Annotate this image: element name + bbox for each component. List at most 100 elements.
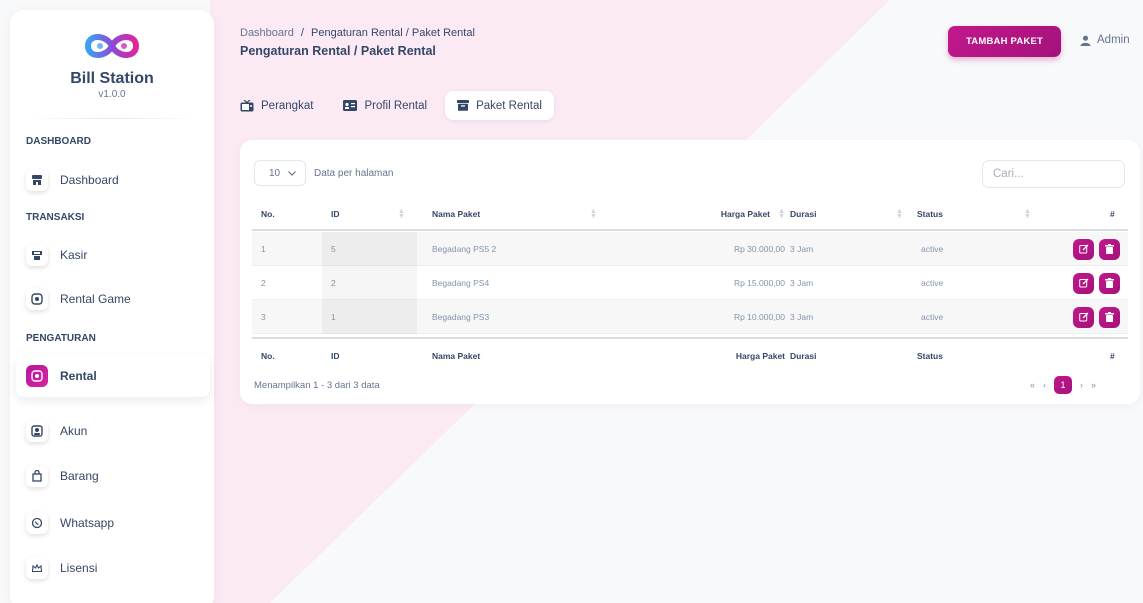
sidebar-item-lisensi[interactable]: Lisensi [26,547,200,589]
tab-bar: Perangkat Profil Rental Paket Rental [240,91,560,120]
breadcrumb: Dashboard / Pengaturan Rental / Paket Re… [240,27,475,39]
table-row: 3 1 Begadang PS3 Rp 10.000,00 3 Jam acti… [252,300,1128,334]
pager-prev[interactable]: ‹ [1043,380,1046,390]
whatsapp-icon [26,512,48,534]
per-page-label: Data per halaman [314,167,394,179]
sidebar-item-barang[interactable]: Barang [26,455,200,497]
edit-button[interactable] [1073,238,1094,260]
sidebar-item-rental[interactable]: Rental [16,355,210,397]
row-actions [1068,300,1120,334]
col-footer-no: No. [261,351,275,361]
sort-icon[interactable]: ▲ ▼ [590,208,597,220]
sidebar-item-label: Dashboard [60,173,119,187]
cell-status: active [921,244,944,254]
col-footer-nama: Nama Paket [432,351,481,361]
col-header-status[interactable]: Status [917,197,943,231]
breadcrumb-root[interactable]: Dashboard [240,27,294,39]
table-header-row: No. ID ▲ ▼ Nama Paket ▲ ▼ Harga Paket ▲ ▼ D… [252,197,1128,231]
section-transaksi: TRANSAKSI [26,212,85,223]
divider [26,118,198,119]
col-header-durasi[interactable]: Durasi [790,197,816,231]
col-header-actions: # [1110,209,1115,219]
tv-icon [240,99,254,111]
delete-button[interactable] [1099,306,1120,328]
cell-durasi: 3 Jam [790,312,814,322]
trash-icon [1105,244,1114,254]
trash-icon [1105,278,1114,288]
infinity-logo-icon [84,34,140,58]
per-page-control: 10 Data per halaman [254,160,394,186]
cell-nama: Begadang PS3 [432,312,490,322]
table-row: 2 2 Begadang PS4 Rp 15.000,00 3 Jam acti… [252,266,1128,300]
sidebar-item-rental-game[interactable]: Rental Game [26,278,200,320]
user-menu[interactable]: Admin [1080,34,1130,46]
sidebar-item-kasir[interactable]: Kasir [26,234,200,276]
delete-button[interactable] [1099,272,1120,294]
sidebar-item-label: Kasir [60,248,88,262]
cell-harga: Rp 15.000,00 [733,278,785,288]
cashier-icon [26,244,48,266]
sidebar-item-akun[interactable]: Akun [26,410,200,452]
col-footer-harga: Harga Paket [735,351,785,361]
edit-icon [1078,312,1088,322]
col-footer-durasi: Durasi [790,351,817,361]
edit-icon [1078,244,1088,254]
sidebar-item-label: Barang [60,469,99,483]
table-info: Menampilkan 1 - 3 dari 3 data [254,380,380,391]
cell-harga: Rp 10.000,00 [733,312,785,322]
brand: Bill Station v1.0.0 [10,10,214,119]
cell-status: active [921,278,944,288]
cell-nama: Begadang PS5 2 [432,244,497,254]
brand-name: Bill Station [70,70,154,87]
col-header-id[interactable]: ID [331,197,340,231]
archive-icon [457,100,470,111]
pager-first[interactable]: « [1030,380,1035,390]
sort-icon[interactable]: ▲ ▼ [778,208,785,220]
pager-page-1[interactable]: 1 [1054,376,1073,394]
sort-icon[interactable]: ▲ ▼ [1024,208,1031,220]
col-header-nama[interactable]: Nama Paket [432,197,480,231]
brand-version: v1.0.0 [98,89,126,100]
id-card-icon [343,100,358,111]
cell-harga: Rp 30.000,00 [733,244,785,254]
col-header-no[interactable]: No. [261,197,275,231]
sidebar-item-label: Whatsapp [60,516,115,530]
tab-profil-rental[interactable]: Profil Rental [331,91,439,120]
delete-button[interactable] [1099,238,1120,260]
sort-icon[interactable]: ▲ ▼ [896,208,903,220]
tab-paket-rental[interactable]: Paket Rental [445,91,554,120]
col-header-harga[interactable]: Harga Paket [714,197,770,231]
edit-button[interactable] [1073,306,1094,328]
cell-durasi: 3 Jam [790,278,814,288]
user-icon [1080,35,1091,46]
cell-no: 1 [261,244,266,254]
cell-no: 3 [261,312,266,322]
col-footer-status: Status [917,351,943,361]
sidebar-item-whatsapp[interactable]: Whatsapp [26,502,200,544]
trash-icon [1105,312,1114,322]
tab-label: Perangkat [261,99,314,112]
tab-perangkat[interactable]: Perangkat [240,91,325,120]
per-page-value: 10 [269,167,281,179]
table-row: 1 5 Begadang PS5 2 Rp 30.000,00 3 Jam ac… [252,232,1128,266]
col-footer-id: ID [331,351,340,361]
per-page-select[interactable]: 10 [254,160,306,186]
cell-id: 2 [322,266,417,300]
bag-icon [26,465,48,487]
search-input[interactable]: Cari... [982,160,1125,188]
pager-next[interactable]: › [1080,380,1083,390]
sidebar-item-label: Rental [60,369,97,383]
gamepad-icon [26,288,48,310]
edit-icon [1078,278,1088,288]
tab-label: Profil Rental [364,99,428,112]
pager-last[interactable]: » [1091,380,1096,390]
gamepad-icon [26,365,48,387]
edit-button[interactable] [1073,272,1094,294]
crown-icon [26,557,48,579]
sidebar-item-dashboard[interactable]: Dashboard [26,159,200,201]
sidebar-item-label: Lisensi [60,561,98,575]
sort-icon[interactable]: ▲ ▼ [398,208,405,220]
tab-label: Paket Rental [476,99,542,112]
pagination: « ‹ 1 › » [1026,376,1100,394]
add-package-button[interactable]: TAMBAH PAKET [948,26,1061,57]
